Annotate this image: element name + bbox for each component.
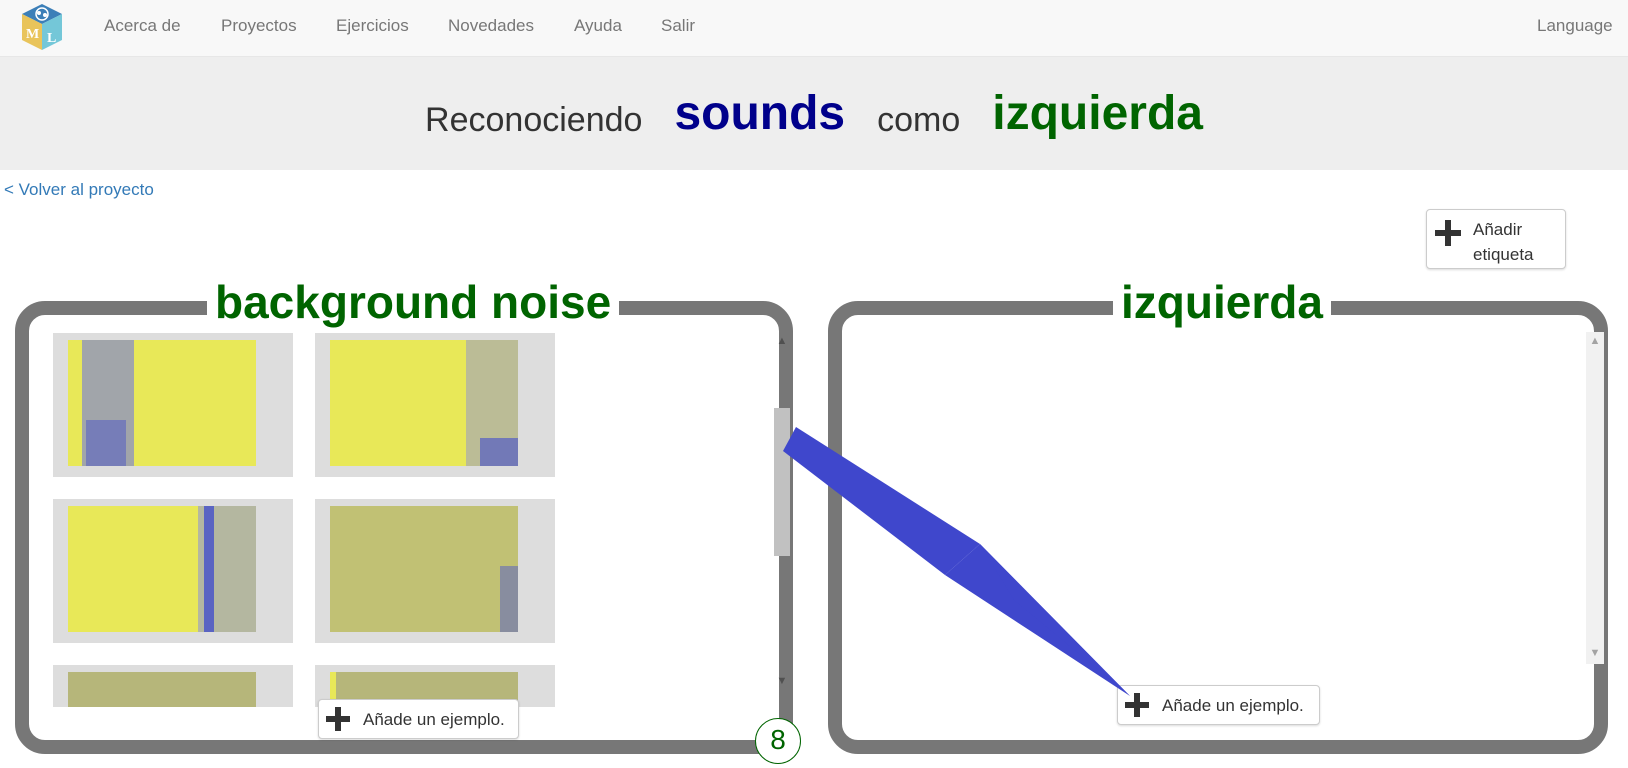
spectrogram-image (68, 340, 256, 466)
add-label-button[interactable]: Añadir etiqueta (1426, 209, 1566, 269)
ml-cube-logo[interactable]: M L (18, 2, 66, 52)
examples-scrollbar[interactable]: ▲ ▼ (1586, 332, 1604, 664)
add-example-button[interactable]: Añade un ejemplo. (1117, 685, 1320, 725)
page-header: Reconociendo sounds como izquierda (0, 57, 1628, 170)
spectrogram-image (330, 340, 518, 466)
add-example-label: Añade un ejemplo. (363, 710, 505, 729)
scroll-up-arrow-icon[interactable]: ▲ (1586, 332, 1604, 350)
nav-news[interactable]: Novedades (448, 16, 534, 36)
example-thumbnail[interactable] (315, 333, 555, 477)
add-label-button-label: Añadir etiqueta (1473, 217, 1563, 267)
logo-letter-m: M (26, 27, 39, 42)
plus-icon (1125, 693, 1149, 717)
add-example-button[interactable]: Añade un ejemplo. (318, 699, 519, 739)
logo-letter-l: L (47, 31, 56, 46)
example-thumbnail[interactable] (53, 499, 293, 643)
spectrogram-image (330, 506, 518, 632)
nav-language[interactable]: Language (1537, 16, 1613, 36)
nav-logout[interactable]: Salir (661, 16, 695, 36)
plus-icon (326, 707, 350, 731)
scroll-down-arrow-icon[interactable]: ▼ (773, 672, 791, 690)
nav-about[interactable]: Acerca de (104, 16, 181, 36)
spectrogram-image (68, 506, 256, 632)
example-thumbnail[interactable] (315, 499, 555, 643)
bucket-title-izquierda: izquierda (1113, 274, 1331, 330)
add-label-line-1: Añadir (1473, 220, 1523, 239)
title-prefix: Reconociendo (425, 101, 643, 139)
examples-scrollbar[interactable]: ▲ ▼ (773, 332, 791, 710)
nav-exercises[interactable]: Ejercicios (336, 16, 409, 36)
bucket-title-background-noise: background noise (207, 274, 620, 330)
spectrogram-image (68, 672, 256, 707)
nav-projects[interactable]: Proyectos (221, 16, 297, 36)
plus-icon (1435, 220, 1461, 246)
scrollbar-thumb[interactable] (774, 408, 790, 556)
title-label: izquierda (992, 87, 1203, 140)
bucket-background-noise: ▲ ▼ Añade un ejemplo. (15, 301, 793, 754)
scroll-down-arrow-icon[interactable]: ▼ (1586, 644, 1604, 662)
back-to-project-link[interactable]: < Volver al proyecto (4, 180, 154, 200)
example-thumbnail[interactable] (53, 665, 293, 707)
add-example-label: Añade un ejemplo. (1162, 696, 1304, 715)
title-project-type: sounds (674, 87, 846, 140)
bucket-izquierda: ▲ ▼ Añade un ejemplo. (828, 301, 1608, 754)
page-title: Reconociendo sounds como izquierda (0, 57, 1628, 170)
title-connector: como (877, 101, 961, 139)
scroll-up-arrow-icon[interactable]: ▲ (773, 332, 791, 350)
example-count-badge: 8 (755, 718, 801, 764)
nav-help[interactable]: Ayuda (574, 16, 622, 36)
example-thumbnail[interactable] (53, 333, 293, 477)
add-label-line-2: etiqueta (1473, 245, 1534, 264)
top-navbar: M L Acerca de Proyectos Ejercicios Noved… (0, 0, 1628, 57)
